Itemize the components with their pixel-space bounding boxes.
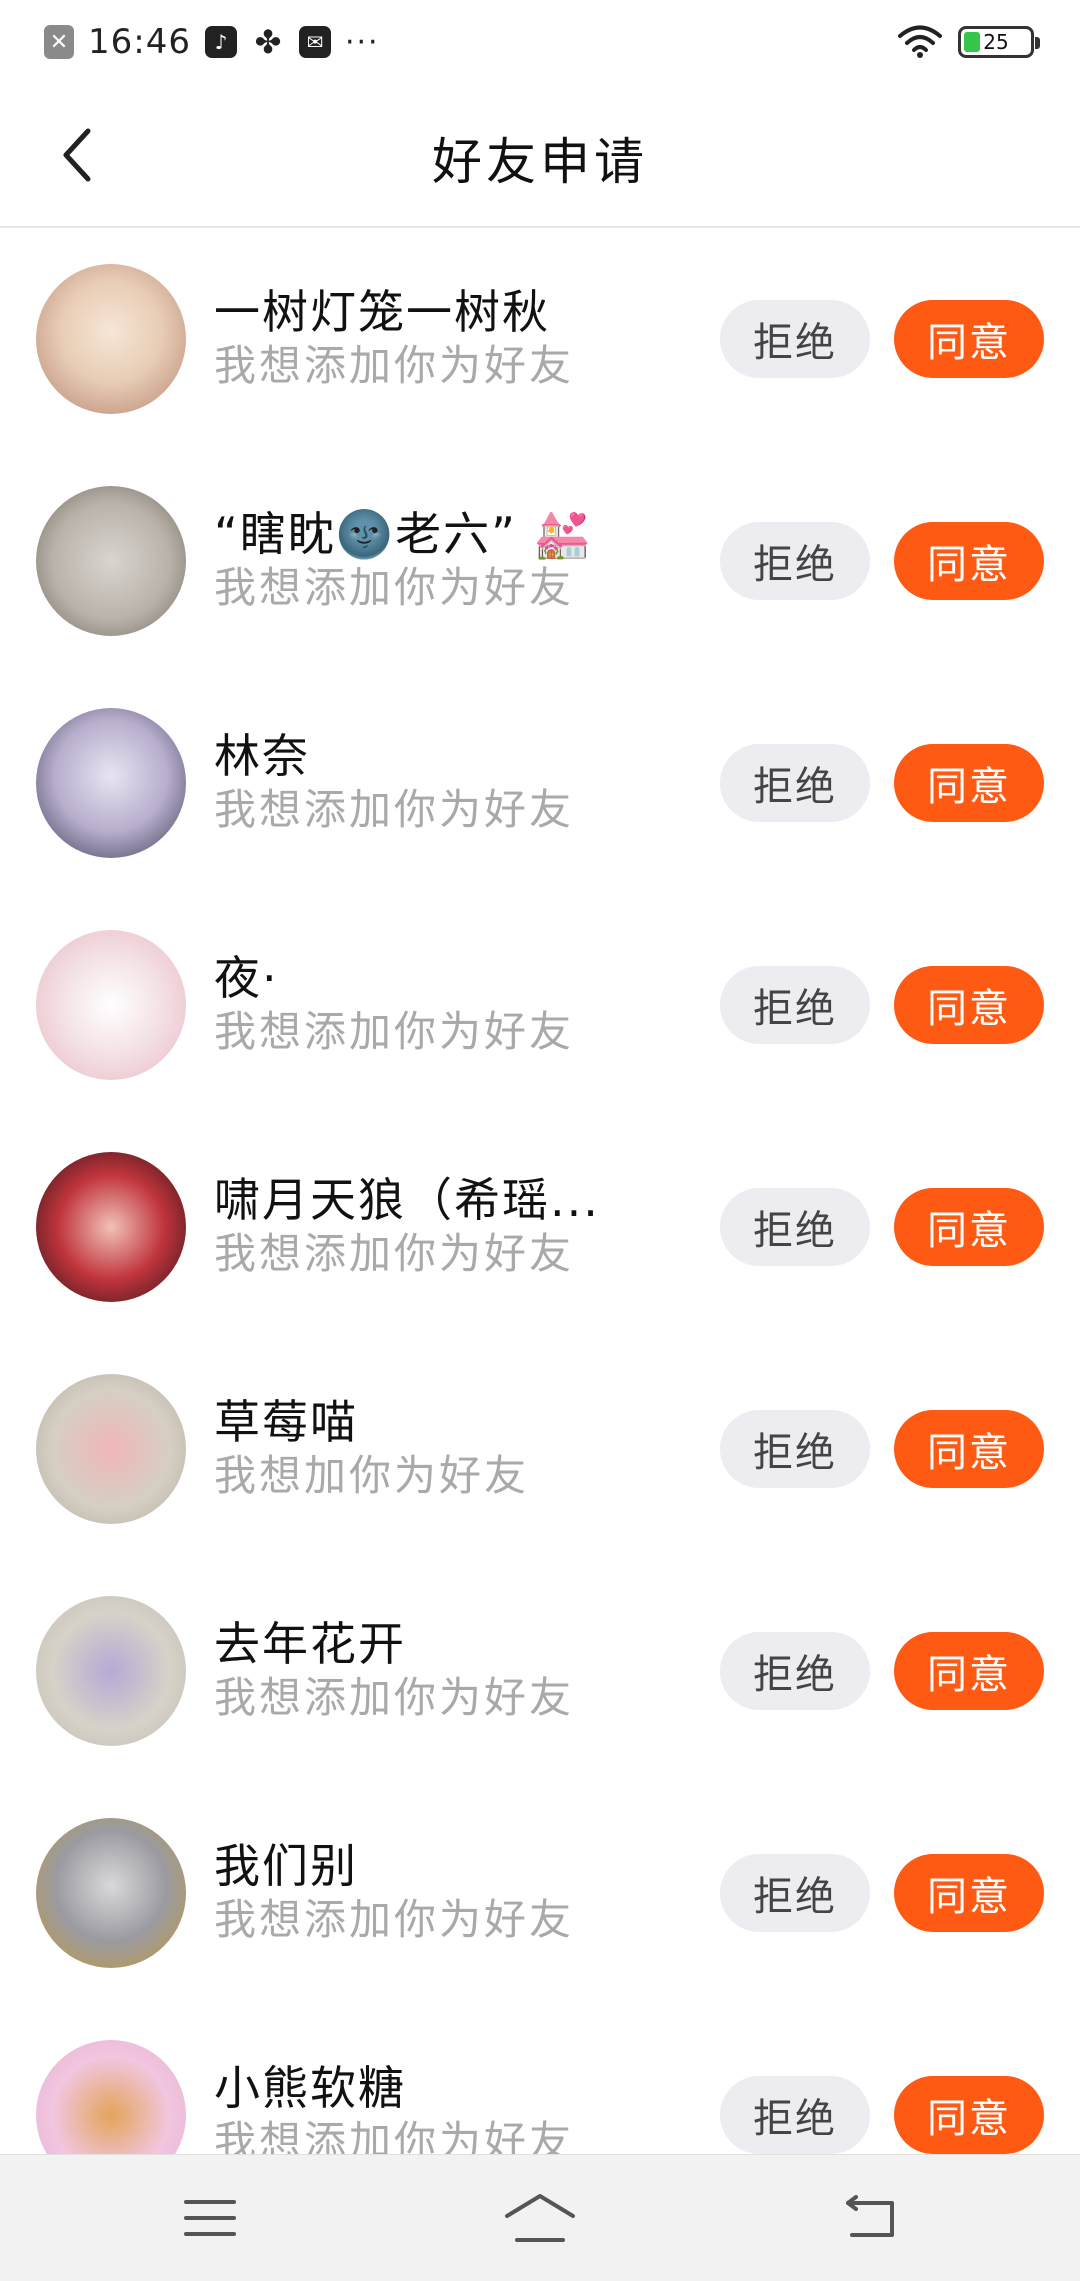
avatar[interactable] xyxy=(36,708,186,858)
list-item: 我们别 我想添加你为好友 拒绝 同意 xyxy=(0,1782,1080,2004)
reject-button[interactable]: 拒绝 xyxy=(720,2076,870,2154)
avatar[interactable] xyxy=(36,486,186,636)
battery-icon: 25 xyxy=(958,26,1040,58)
list-item: “瞎眈🌚老六” 💒 我想添加你为好友 拒绝 同意 xyxy=(0,450,1080,672)
agree-button[interactable]: 同意 xyxy=(894,300,1044,378)
home-button[interactable] xyxy=(500,2185,580,2251)
request-message: 我想添加你为好友 xyxy=(214,341,575,390)
reject-button[interactable]: 拒绝 xyxy=(720,522,870,600)
battery-level: 25 xyxy=(983,30,1009,54)
agree-button[interactable]: 同意 xyxy=(894,522,1044,600)
reject-button[interactable]: 拒绝 xyxy=(720,1410,870,1488)
list-item: 去年花开 我想添加你为好友 拒绝 同意 xyxy=(0,1560,1080,1782)
avatar[interactable] xyxy=(36,1152,186,1302)
reject-button[interactable]: 拒绝 xyxy=(720,300,870,378)
request-message: 我想添加你为好友 xyxy=(214,1007,575,1056)
home-icon xyxy=(505,2194,575,2242)
request-message: 我想加你为好友 xyxy=(214,1451,530,1500)
notification-x-icon: ✕ xyxy=(44,25,74,59)
request-message: 我想添加你为好友 xyxy=(214,785,575,834)
list-item: 草莓喵 我想加你为好友 拒绝 同意 xyxy=(0,1338,1080,1560)
list-item: 小熊软糖 我想添加你为好友 拒绝 同意 xyxy=(0,2004,1080,2154)
status-bar-right: 25 xyxy=(898,20,1040,64)
reject-button[interactable]: 拒绝 xyxy=(720,1854,870,1932)
agree-button[interactable]: 同意 xyxy=(894,1854,1044,1932)
reject-button[interactable]: 拒绝 xyxy=(720,1632,870,1710)
status-bar: ✕ 16:46 ♪ ✤ ✉ ··· 25 xyxy=(0,0,1080,84)
battery-fill xyxy=(964,32,980,52)
more-notifications-indicator: ··· xyxy=(344,24,380,60)
page-title: 好友申请 xyxy=(432,133,648,191)
agree-button[interactable]: 同意 xyxy=(894,744,1044,822)
list-item: 一树灯笼一树秋 我想添加你为好友 拒绝 同意 xyxy=(0,228,1080,450)
avatar[interactable] xyxy=(36,1596,186,1746)
request-message: 我想添加你为好友 xyxy=(214,2117,575,2154)
request-message: 我想添加你为好友 xyxy=(214,1673,575,1722)
avatar[interactable] xyxy=(36,2040,186,2154)
agree-button[interactable]: 同意 xyxy=(894,1188,1044,1266)
status-bar-left: ✕ 16:46 ♪ ✤ ✉ ··· xyxy=(44,18,380,66)
reject-button[interactable]: 拒绝 xyxy=(720,966,870,1044)
system-navigation-bar xyxy=(0,2154,1080,2281)
list-item: 啸月天狼（希瑶... 我想添加你为好友 拒绝 同意 xyxy=(0,1116,1080,1338)
request-message: 我想添加你为好友 xyxy=(214,1229,575,1278)
back-icon xyxy=(846,2195,894,2237)
fan-app-icon: ✤ xyxy=(254,23,282,61)
wifi-icon xyxy=(898,25,942,58)
agree-button[interactable]: 同意 xyxy=(894,2076,1044,2154)
agree-button[interactable]: 同意 xyxy=(894,1410,1044,1488)
mail-app-icon: ✉ xyxy=(298,26,331,58)
menu-icon xyxy=(184,2200,236,2236)
avatar[interactable] xyxy=(36,264,186,414)
agree-button[interactable]: 同意 xyxy=(894,966,1044,1044)
list-item: 夜· 我想添加你为好友 拒绝 同意 xyxy=(0,894,1080,1116)
avatar[interactable] xyxy=(36,1818,186,1968)
status-time: 16:46 xyxy=(88,22,191,62)
agree-button[interactable]: 同意 xyxy=(894,1632,1044,1710)
reject-button[interactable]: 拒绝 xyxy=(720,744,870,822)
header: 好友申请 xyxy=(0,84,1080,228)
list-item: 林奈 我想添加你为好友 拒绝 同意 xyxy=(0,672,1080,894)
avatar[interactable] xyxy=(36,1374,186,1524)
avatar[interactable] xyxy=(36,930,186,1080)
back-nav-button[interactable] xyxy=(830,2185,910,2251)
menu-button[interactable] xyxy=(170,2185,250,2251)
friend-request-list[interactable]: 一树灯笼一树秋 我想添加你为好友 拒绝 同意 “瞎眈🌚老六” 💒 我想添加你为好… xyxy=(0,228,1080,2154)
request-message: 我想添加你为好友 xyxy=(214,563,575,612)
request-message: 我想添加你为好友 xyxy=(214,1895,575,1944)
reject-button[interactable]: 拒绝 xyxy=(720,1188,870,1266)
music-app-icon: ♪ xyxy=(204,26,237,58)
